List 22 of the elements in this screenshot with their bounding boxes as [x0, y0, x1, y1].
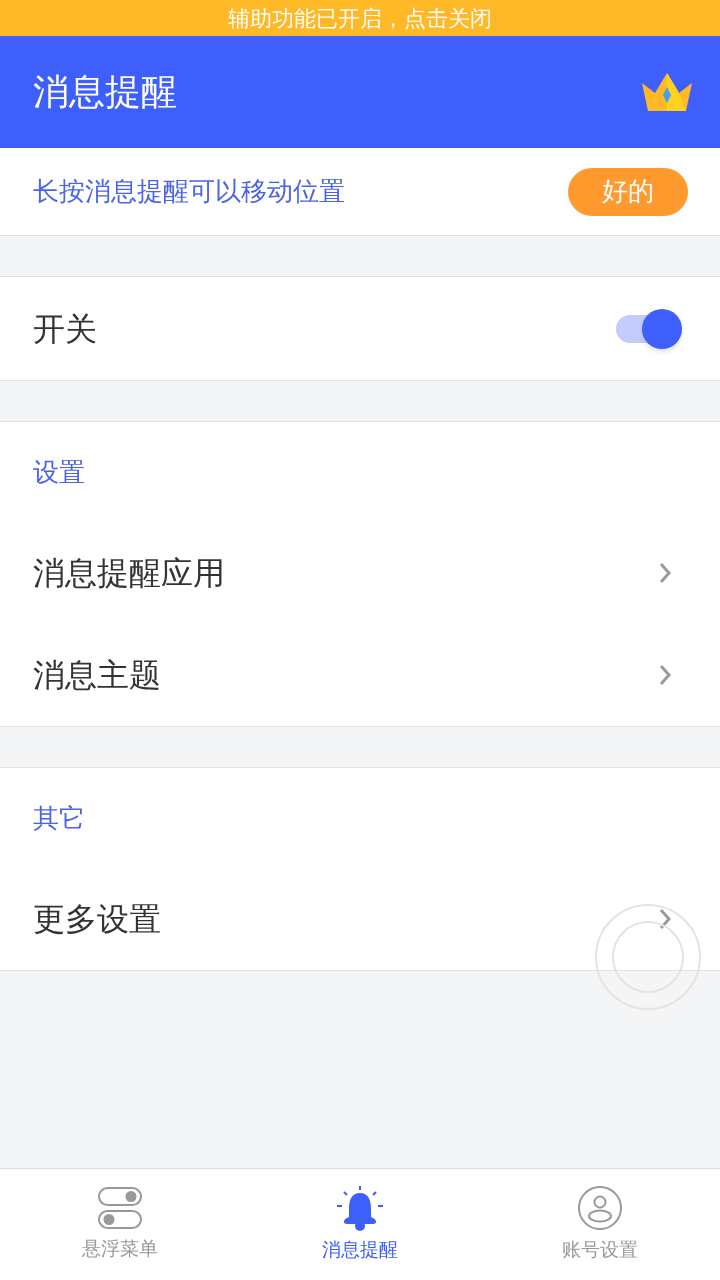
section-title: 其它 — [33, 801, 85, 835]
crown-icon[interactable] — [640, 71, 694, 113]
chevron-right-icon — [658, 663, 672, 687]
hint-text: 长按消息提醒可以移动位置 — [33, 175, 345, 208]
item-label: 更多设置 — [33, 899, 161, 940]
bell-icon — [335, 1185, 385, 1232]
settings-item[interactable]: 消息主题 — [0, 624, 720, 726]
switch-label: 开关 — [33, 308, 97, 350]
toggle-switch[interactable] — [616, 307, 682, 350]
chevron-right-icon — [658, 561, 672, 585]
person-icon — [577, 1185, 623, 1232]
tab-item[interactable]: 消息提醒 — [240, 1169, 480, 1280]
settings-item[interactable]: 消息提醒应用 — [0, 522, 720, 624]
settings-item[interactable]: 更多设置 — [0, 868, 720, 970]
tab-item[interactable]: 悬浮菜单 — [0, 1169, 240, 1280]
item-label: 消息提醒应用 — [33, 553, 225, 594]
page-title: 消息提醒 — [33, 70, 177, 114]
chevron-right-icon — [658, 907, 672, 931]
tab-item[interactable]: 账号设置 — [480, 1169, 720, 1280]
section-title: 设置 — [33, 455, 85, 489]
item-label: 消息主题 — [33, 655, 161, 696]
toggles-icon — [97, 1186, 143, 1231]
